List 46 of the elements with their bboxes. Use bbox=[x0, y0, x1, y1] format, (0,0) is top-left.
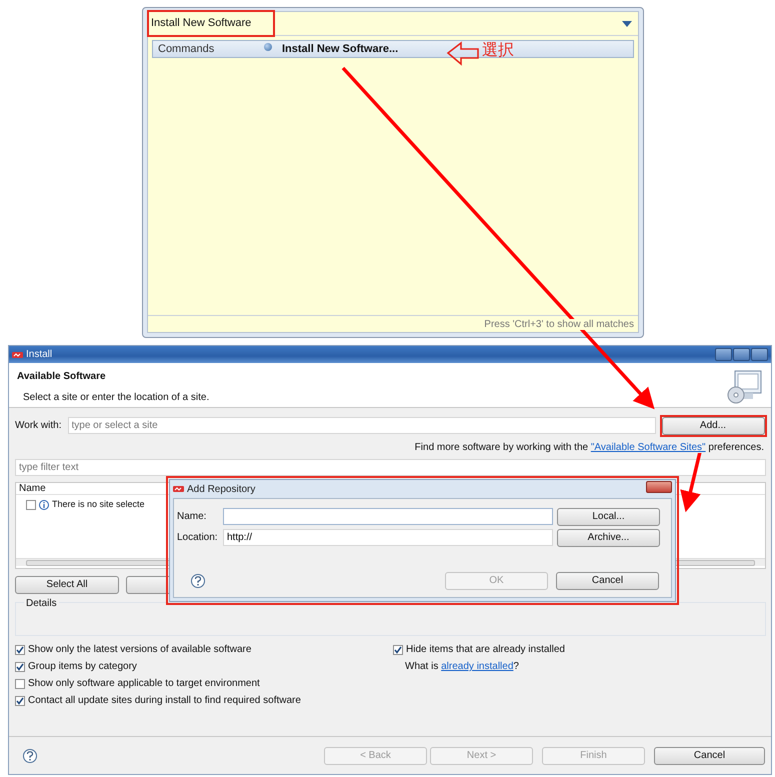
option-label: Show only the latest versions of available software bbox=[28, 643, 252, 657]
page-description: Select a site or enter the location of a site. bbox=[23, 391, 210, 405]
sites-link[interactable]: "Available Software Sites" bbox=[590, 442, 706, 453]
help-icon[interactable] bbox=[191, 574, 205, 588]
checkbox[interactable] bbox=[15, 696, 25, 706]
installed-link[interactable]: already installed bbox=[441, 661, 514, 672]
select-all-button[interactable]: Select All bbox=[15, 576, 119, 594]
page-heading: Available Software bbox=[17, 370, 107, 384]
what-is-text: What is already installed? bbox=[405, 660, 520, 674]
info-icon bbox=[39, 500, 49, 510]
option-label: Contact all update sites during install to find required software bbox=[28, 694, 301, 708]
checkbox[interactable] bbox=[393, 644, 403, 654]
add-button[interactable]: Add... bbox=[662, 416, 764, 434]
wizard-button[interactable]: Cancel bbox=[654, 746, 765, 764]
search-field[interactable]: Install New Software bbox=[151, 15, 271, 32]
option-label: Hide items that are already installed bbox=[406, 643, 565, 657]
filter-field[interactable]: type filter text bbox=[15, 459, 766, 476]
checkbox[interactable] bbox=[15, 644, 25, 654]
annotation-label: 選択 bbox=[482, 42, 514, 60]
dialog-title: Add Repository bbox=[187, 482, 256, 496]
browse-button[interactable]: Local... bbox=[557, 508, 660, 526]
text-field[interactable] bbox=[223, 508, 553, 525]
app-icon bbox=[12, 350, 23, 358]
checkbox[interactable] bbox=[15, 662, 25, 672]
checkbox[interactable] bbox=[15, 678, 25, 688]
footer-hint: Press 'Ctrl+3' to show all matches bbox=[484, 319, 634, 330]
row-text: There is no site selecte bbox=[52, 498, 145, 511]
category-label: Commands bbox=[158, 42, 216, 57]
site-combo-field[interactable]: type or select a site bbox=[68, 417, 656, 434]
bullet-icon bbox=[264, 43, 272, 51]
dialog-button[interactable]: Cancel bbox=[556, 572, 659, 590]
dropdown-icon[interactable] bbox=[622, 20, 632, 26]
find-more-text: Find more software by working with the "Available Software Sites" preferences. bbox=[414, 442, 764, 453]
checkbox[interactable] bbox=[26, 500, 36, 510]
help-icon[interactable] bbox=[23, 748, 37, 762]
window-title: Install bbox=[26, 348, 52, 362]
field-label: Name: bbox=[177, 510, 208, 524]
option-label: Show only software applicable to target environment bbox=[28, 677, 260, 691]
field-label: Location: bbox=[177, 531, 219, 545]
app-icon bbox=[173, 485, 184, 493]
callout-arrow bbox=[446, 41, 479, 66]
work-with-label: Work with: bbox=[15, 419, 62, 433]
command-label: Install New Software... bbox=[282, 42, 398, 57]
text-field[interactable]: http:// bbox=[223, 529, 553, 546]
option-label: Group items by category bbox=[28, 660, 137, 674]
browse-button[interactable]: Archive... bbox=[557, 528, 660, 546]
